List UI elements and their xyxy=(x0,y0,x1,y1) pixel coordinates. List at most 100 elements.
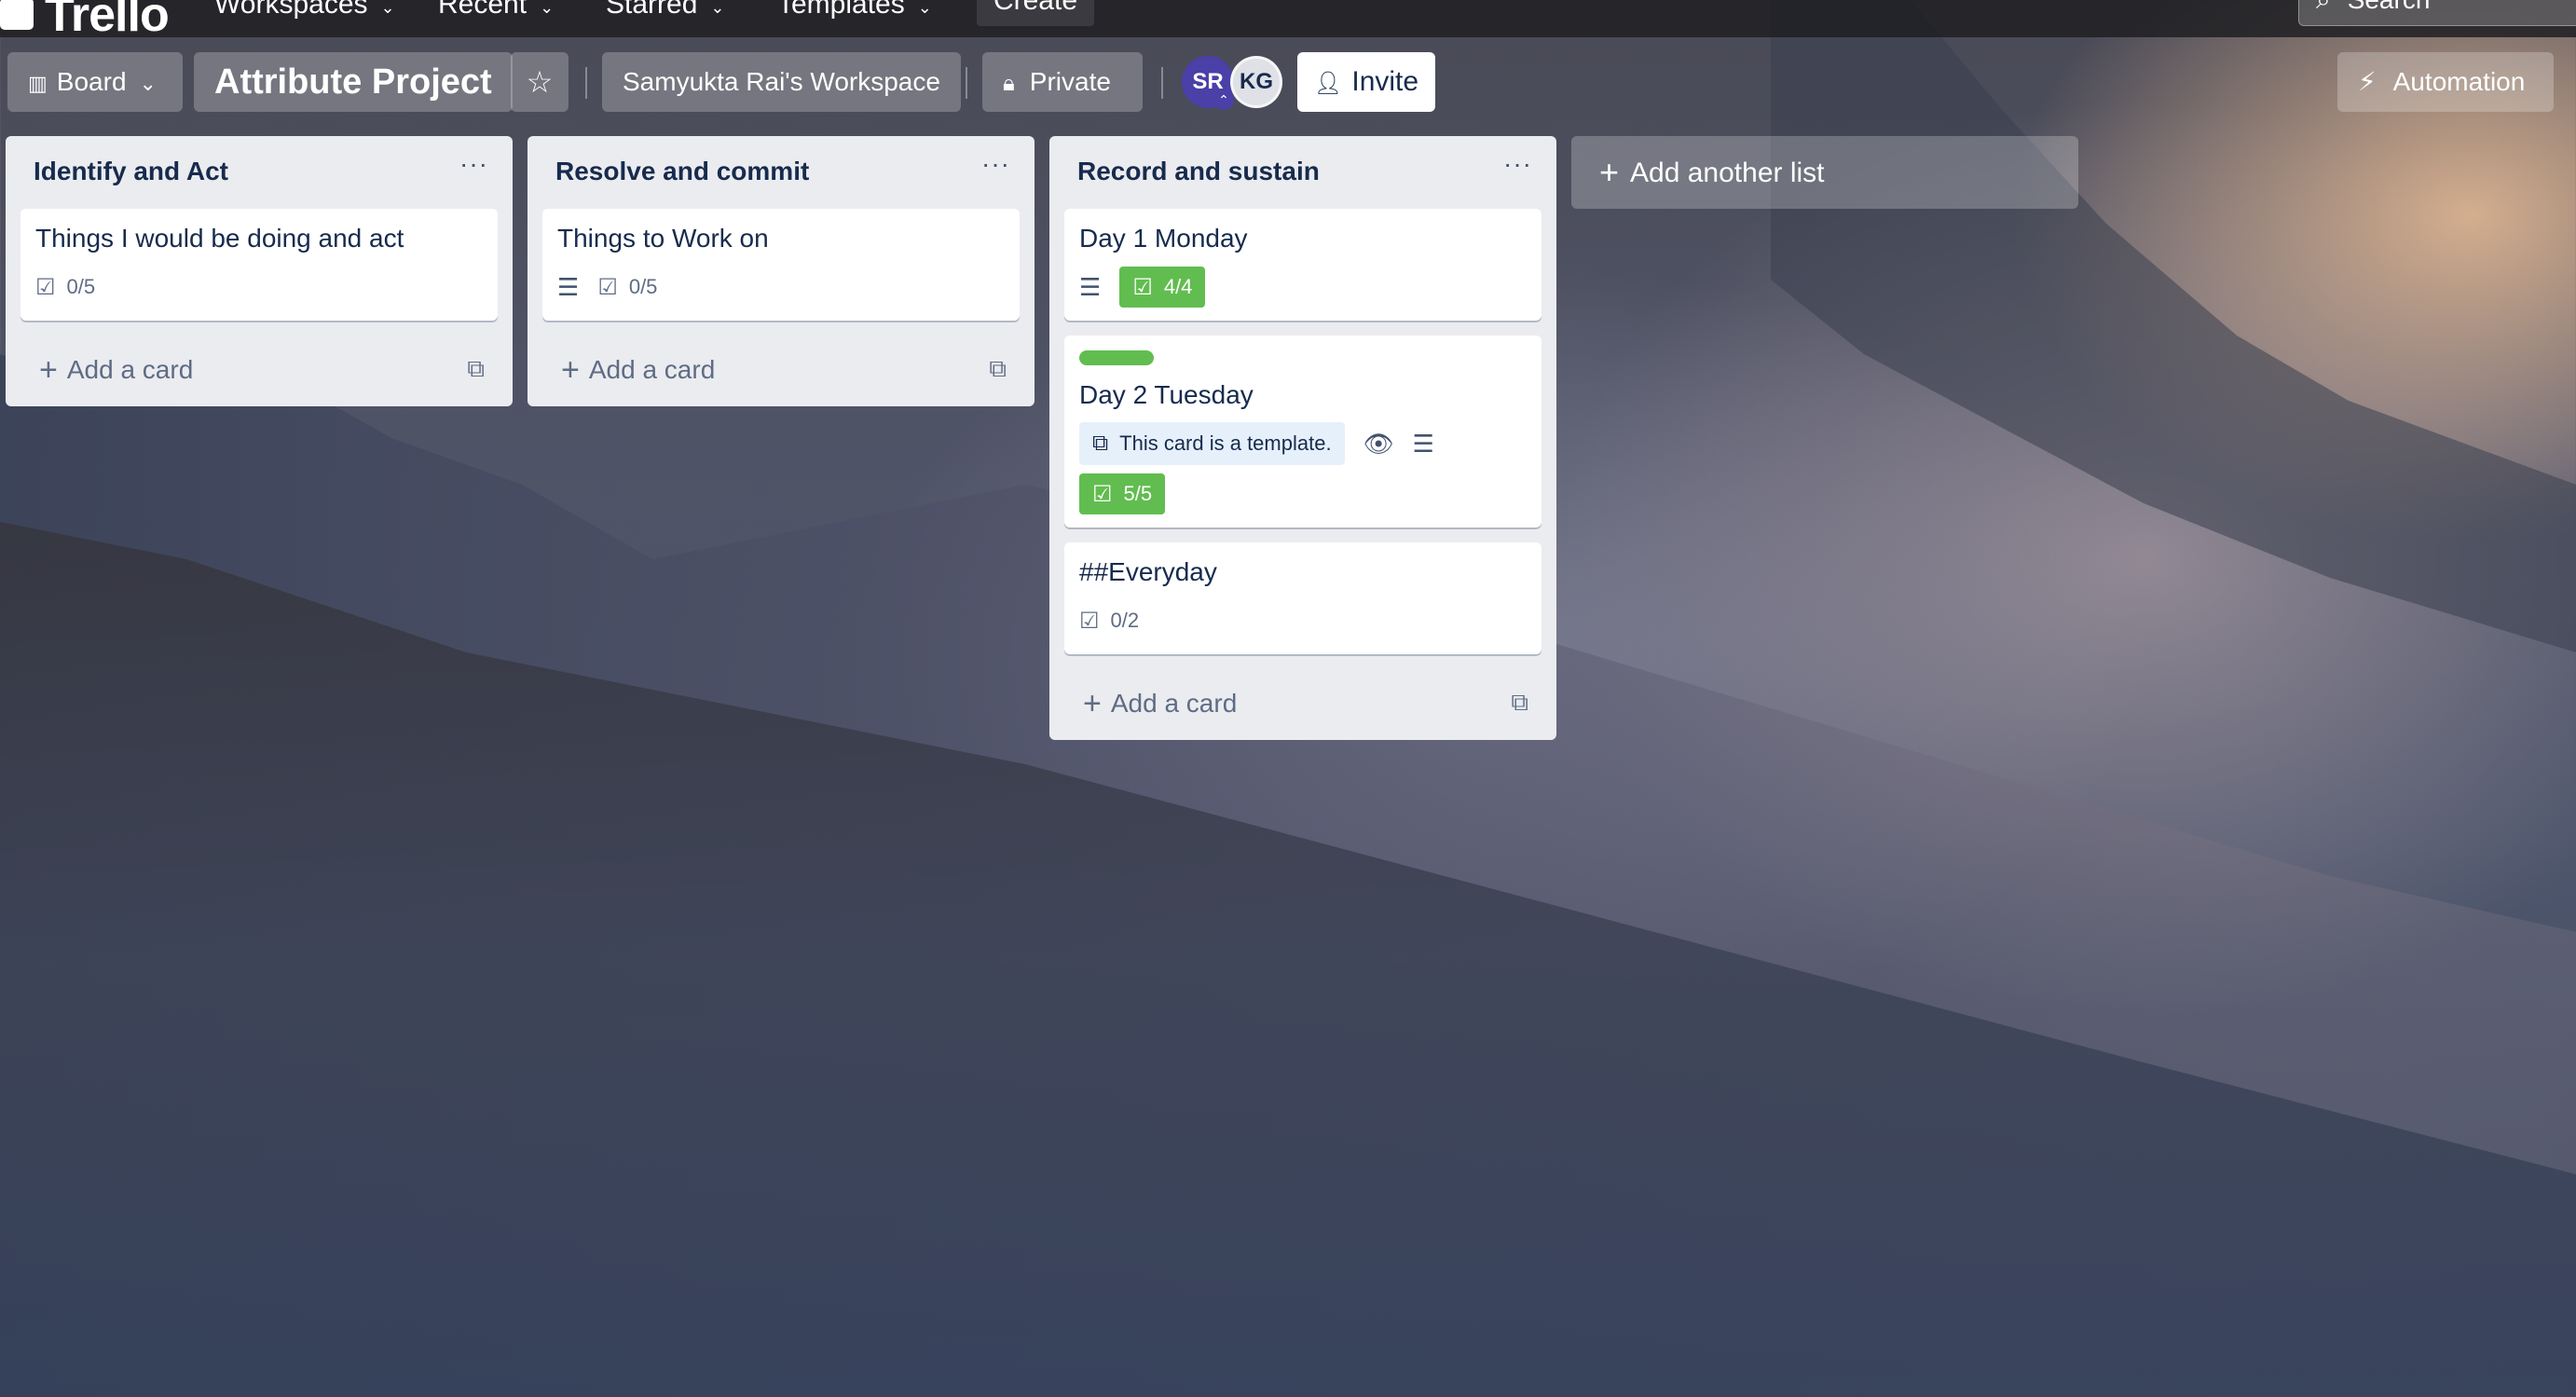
list-record-and-sustain: Record and sustain ··· Day 1 Monday ☰ ☑︎… xyxy=(1049,136,1556,740)
checkbox-icon: ☑︎ xyxy=(1132,274,1153,300)
list-title[interactable]: Identify and Act xyxy=(34,157,228,186)
star-board-button[interactable]: ☆ xyxy=(511,52,569,112)
add-card-row: + Add a card ⧉ xyxy=(528,336,1035,406)
logo-text: Trello xyxy=(45,0,170,42)
card-title: ##Everyday xyxy=(1079,557,1217,586)
checklist-badge: ☑︎ 0/5 xyxy=(35,274,95,301)
board-view-label: Board xyxy=(56,67,127,96)
search-icon: ⌕ xyxy=(2316,0,2331,14)
add-card-row: + Add a card ⧉ xyxy=(6,336,513,406)
nav-recent-label: Recent xyxy=(438,0,528,20)
automation-button[interactable]: ⚡︎ Automation xyxy=(2337,52,2554,112)
checkbox-icon: ☑︎ xyxy=(1092,481,1113,507)
description-icon: ☰ xyxy=(1079,272,1102,301)
workspace-button[interactable]: Samyukta Rai's Workspace xyxy=(602,52,961,112)
list-header: Identify and Act ··· xyxy=(6,136,513,209)
nav-templates[interactable]: Templates ⌄ xyxy=(777,0,932,21)
avatar[interactable]: KG xyxy=(1230,56,1282,108)
template-icon: ⧉ xyxy=(1092,431,1109,456)
chevron-down-icon: ⌄ xyxy=(139,72,157,95)
lock-icon: 🔒︎ xyxy=(1003,71,1015,96)
trello-logo-icon xyxy=(0,0,34,31)
chevron-down-icon: ⌄ xyxy=(917,0,932,17)
visibility-label: Private xyxy=(1029,67,1111,96)
checklist-count: 0/5 xyxy=(628,275,658,298)
card-title: Day 1 Monday xyxy=(1079,224,1248,253)
create-from-template-icon[interactable]: ⧉ xyxy=(467,354,485,384)
nav-templates-label: Templates xyxy=(777,0,905,20)
checklist-badge: ☑︎ 0/5 xyxy=(597,274,657,301)
admin-badge-icon: ⌃ xyxy=(1213,89,1234,110)
list-menu-icon[interactable]: ··· xyxy=(981,149,1010,179)
description-icon: ☰ xyxy=(1412,429,1434,458)
checklist-count: 5/5 xyxy=(1123,482,1153,505)
lightning-icon: ⚡︎ xyxy=(2358,67,2377,96)
checkbox-icon: ☑︎ xyxy=(597,274,618,300)
description-icon: ☰ xyxy=(557,272,580,301)
invite-label: Invite xyxy=(1351,66,1419,97)
list-menu-icon[interactable]: ··· xyxy=(1503,149,1532,179)
card-badges: ☑︎ 0/2 xyxy=(1079,600,1527,641)
list-header: Resolve and commit ··· xyxy=(528,136,1035,209)
header-divider xyxy=(966,67,967,99)
top-nav-bar: Trello Workspaces ⌄ Recent ⌄ Starred ⌄ Temp… xyxy=(0,0,2576,42)
plus-icon: + xyxy=(1599,153,1620,191)
trello-logo[interactable]: Trello xyxy=(0,0,170,43)
chevron-down-icon: ⌄ xyxy=(540,0,555,17)
add-card-label: Add a card xyxy=(1110,689,1238,718)
card-title: Day 2 Tuesday xyxy=(1079,380,1254,409)
card-badges: ☑︎ 0/5 xyxy=(35,267,483,308)
plus-icon: + xyxy=(561,352,580,388)
checklist-count: 0/5 xyxy=(66,275,96,298)
add-list-label: Add another list xyxy=(1630,158,1825,188)
card[interactable]: Day 2 Tuesday ⧉ This card is a template. … xyxy=(1064,336,1541,527)
create-from-template-icon[interactable]: ⧉ xyxy=(989,354,1007,384)
card[interactable]: Day 1 Monday ☰ ☑︎ 4/4 xyxy=(1064,209,1541,321)
checklist-complete-badge: ☑︎ 4/4 xyxy=(1119,267,1206,308)
visibility-button[interactable]: 🔒︎ Private xyxy=(982,52,1143,112)
list-title[interactable]: Resolve and commit xyxy=(555,157,809,186)
board-view-switcher[interactable]: ▥ Board ⌄ xyxy=(7,52,183,112)
checkbox-icon: ☑︎ xyxy=(1079,608,1100,634)
add-card-button[interactable]: + Add a card xyxy=(39,352,193,389)
create-button[interactable]: Create xyxy=(977,0,1094,26)
checklist-complete-badge: ☑︎ 5/5 xyxy=(1079,473,1166,514)
card-title: Things to Work on xyxy=(557,224,769,253)
list-resolve-and-commit: Resolve and commit ··· Things to Work on… xyxy=(528,136,1035,406)
template-badge: ⧉ This card is a template. xyxy=(1079,422,1345,465)
star-icon: ☆ xyxy=(526,65,554,99)
list-menu-icon[interactable]: ··· xyxy=(459,149,488,179)
list-identify-and-act: Identify and Act ··· Things I would be d… xyxy=(6,136,513,406)
list-title[interactable]: Record and sustain xyxy=(1077,157,1320,186)
plus-icon: + xyxy=(39,352,58,388)
card-badges: ☰ ☑︎ 4/4 xyxy=(1079,267,1527,308)
nav-recent[interactable]: Recent ⌄ xyxy=(438,0,554,21)
card[interactable]: ##Everyday ☑︎ 0/2 xyxy=(1064,542,1541,654)
add-card-button[interactable]: + Add a card xyxy=(1083,686,1237,722)
nav-workspaces[interactable]: Workspaces ⌄ xyxy=(214,0,395,21)
eye-icon: 👁︎ xyxy=(1363,429,1394,458)
add-user-icon: 👤︎ xyxy=(1313,71,1343,96)
add-card-label: Add a card xyxy=(66,355,194,384)
add-another-list-button[interactable]: + Add another list xyxy=(1571,136,2078,209)
board-title[interactable]: Attribute Project xyxy=(194,52,513,112)
card[interactable]: Things to Work on ☰ ☑︎ 0/5 xyxy=(542,209,1020,321)
card[interactable]: Things I would be doing and act ☑︎ 0/5 xyxy=(21,209,498,321)
plus-icon: + xyxy=(1083,686,1102,721)
list-header: Record and sustain ··· xyxy=(1049,136,1556,209)
invite-button[interactable]: 👤︎ Invite xyxy=(1297,52,1435,112)
create-from-template-icon[interactable]: ⧉ xyxy=(1511,688,1528,718)
card-label-green[interactable] xyxy=(1079,350,1154,365)
card-badges: ⧉ This card is a template. 👁︎ ☰ xyxy=(1079,422,1527,465)
search-placeholder: Search xyxy=(2348,0,2431,14)
chevron-down-icon: ⌄ xyxy=(710,0,725,17)
template-text: This card is a template. xyxy=(1119,431,1332,455)
search-input[interactable]: ⌕ Search xyxy=(2298,0,2576,26)
checklist-count: 0/2 xyxy=(1110,609,1140,632)
automation-label: Automation xyxy=(2392,67,2526,96)
chevron-down-icon: ⌄ xyxy=(380,0,395,17)
nav-starred[interactable]: Starred ⌄ xyxy=(606,0,724,21)
add-card-button[interactable]: + Add a card xyxy=(561,352,715,389)
checklist-badge: ☑︎ 0/2 xyxy=(1079,608,1139,635)
card-title: Things I would be doing and act xyxy=(35,224,404,253)
